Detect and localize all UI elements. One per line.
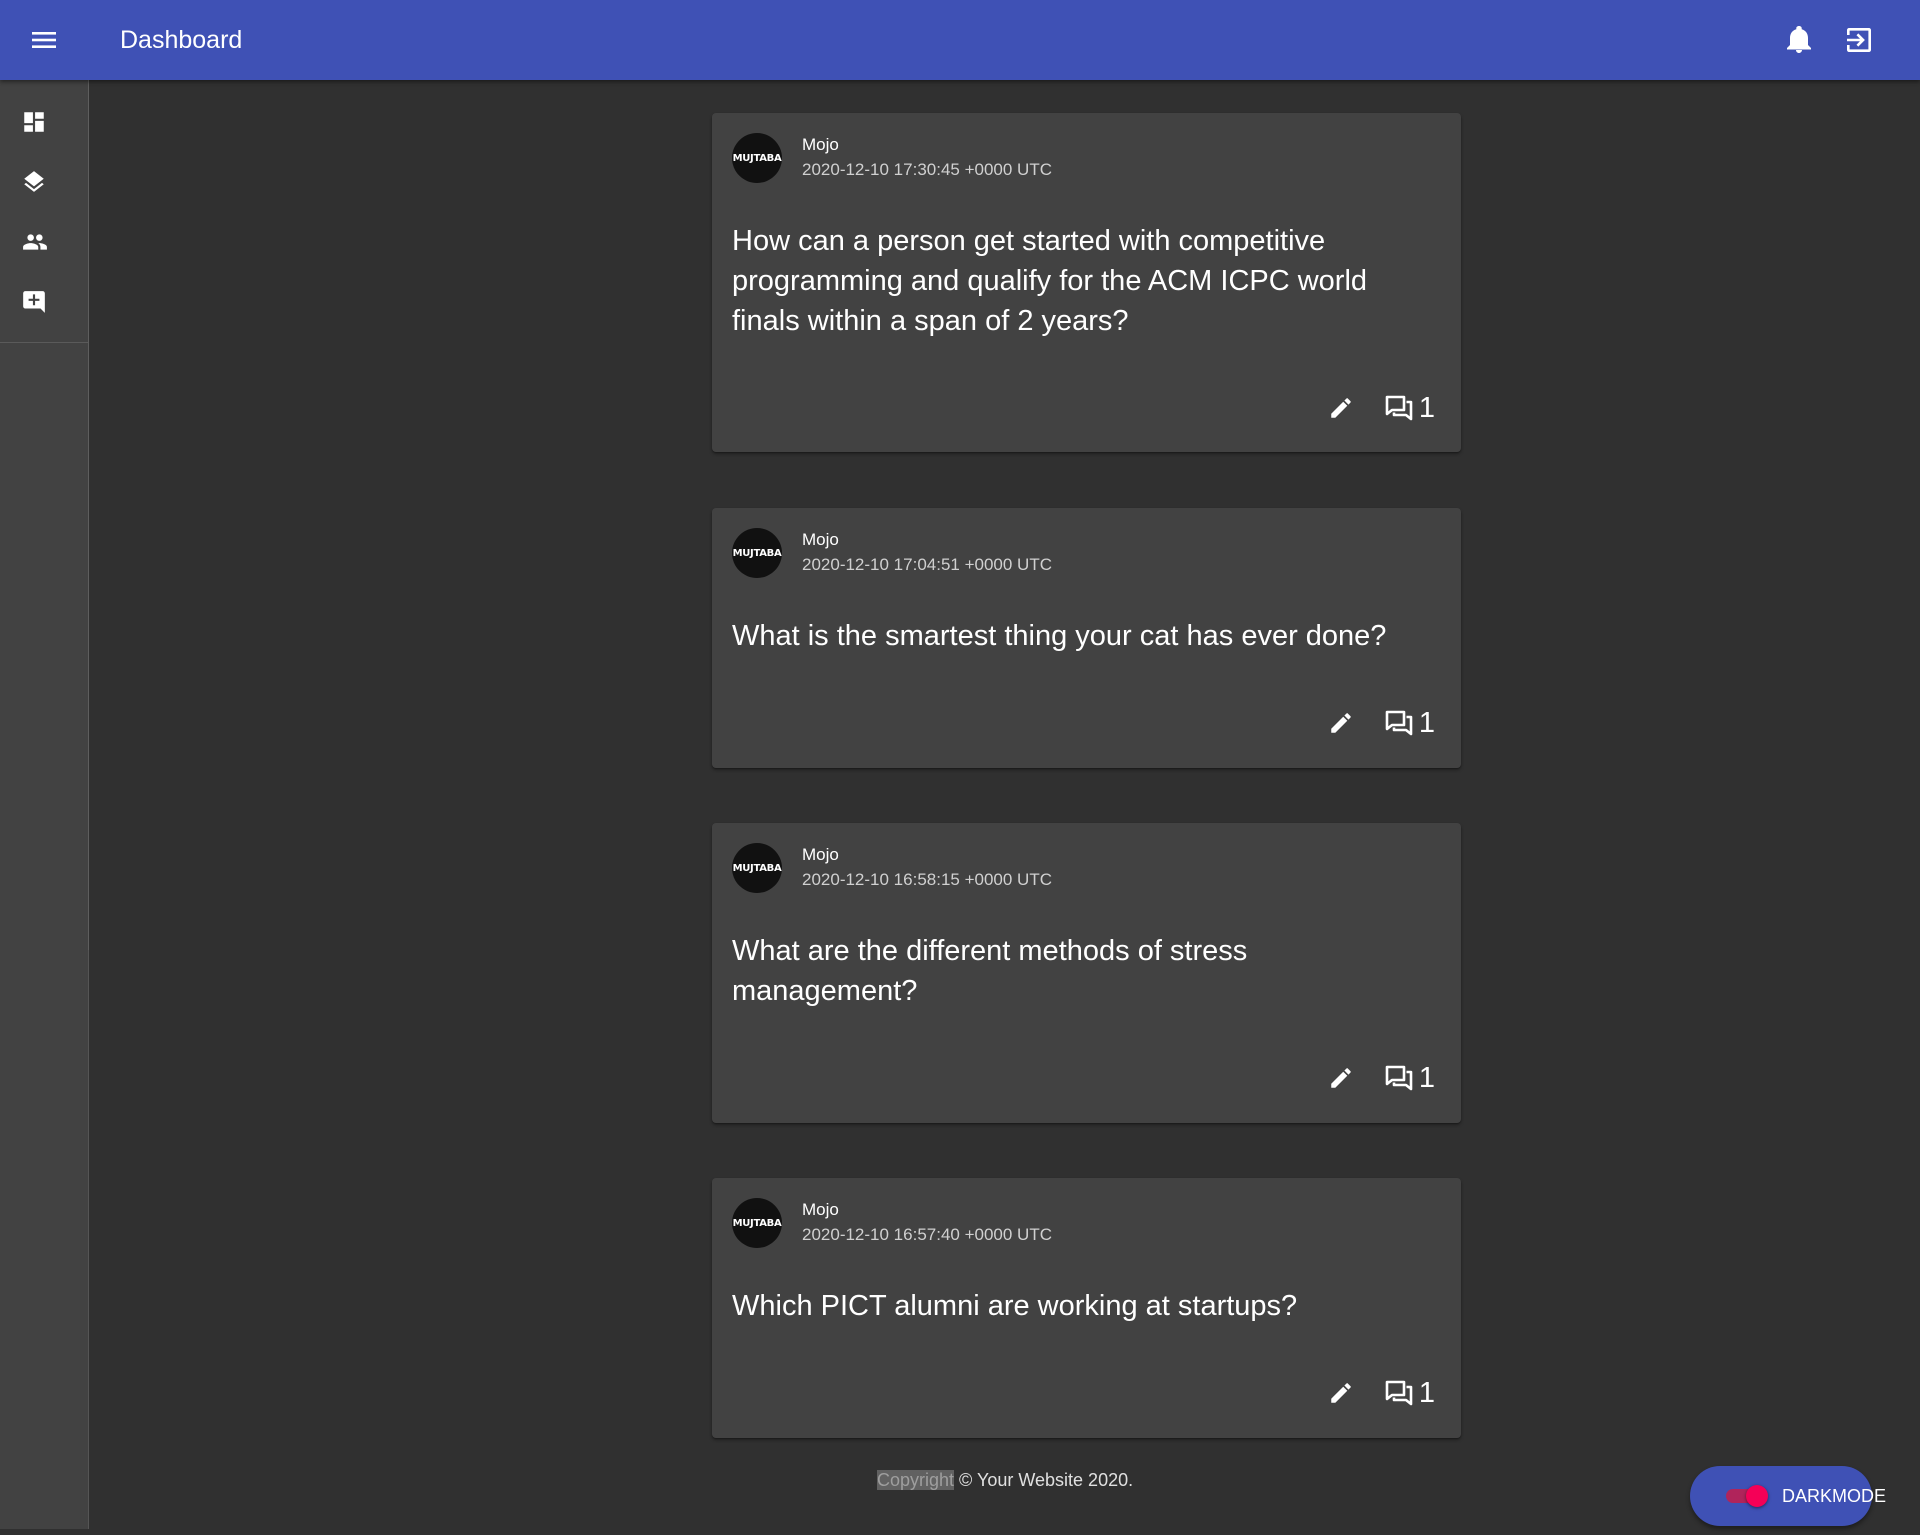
post-date: 2020-12-10 17:30:45 +0000 UTC (802, 160, 1052, 179)
people-icon (23, 234, 47, 250)
forum-icon (1385, 1380, 1413, 1406)
sidebar (0, 80, 89, 1529)
post-author: Mojo (802, 1200, 839, 1219)
post-author: Mojo (802, 845, 839, 864)
post-actions: 1 (1321, 388, 1435, 428)
comments-button[interactable]: 1 (1385, 1058, 1435, 1098)
menu-icon (32, 32, 56, 48)
post-actions: 1 (1321, 1373, 1435, 1413)
logout-icon (1847, 28, 1871, 52)
avatar: MUJTABA (732, 528, 782, 578)
sidebar-divider (0, 342, 89, 343)
comments-button[interactable]: 1 (1385, 1373, 1435, 1413)
pencil-icon (1331, 398, 1351, 418)
post-date: 2020-12-10 17:04:51 +0000 UTC (802, 555, 1052, 574)
comments-button[interactable]: 1 (1385, 703, 1435, 743)
add-comment-icon (23, 291, 45, 313)
post-question[interactable]: Which PICT alumni are working at startup… (732, 1286, 1432, 1326)
forum-icon (1385, 710, 1413, 736)
post-actions: 1 (1321, 703, 1435, 743)
post-card: MUJTABA Mojo 2020-12-10 17:04:51 +0000 U… (712, 508, 1461, 768)
notifications-button[interactable] (1781, 22, 1817, 58)
post-question[interactable]: What are the different methods of stress… (732, 931, 1432, 1011)
edit-button[interactable] (1321, 1058, 1361, 1098)
post-date: 2020-12-10 16:57:40 +0000 UTC (802, 1225, 1052, 1244)
comment-count: 1 (1418, 1061, 1435, 1094)
dashboard-icon (24, 112, 44, 132)
avatar: MUJTABA (732, 133, 782, 183)
sidebar-item-dashboard[interactable] (0, 94, 89, 150)
pencil-icon (1331, 1383, 1351, 1403)
post-card: MUJTABA Mojo 2020-12-10 17:30:45 +0000 U… (712, 113, 1461, 452)
post-author: Mojo (802, 135, 839, 154)
footer-copyright: Copyright © Your Website 2020. (877, 1470, 1133, 1491)
layers-icon (24, 171, 44, 192)
post-date: 2020-12-10 16:58:15 +0000 UTC (802, 870, 1052, 889)
post-question[interactable]: What is the smartest thing your cat has … (732, 616, 1432, 656)
page-title: Dashboard (120, 26, 243, 54)
edit-button[interactable] (1321, 388, 1361, 428)
pencil-icon (1331, 713, 1351, 733)
post-actions: 1 (1321, 1058, 1435, 1098)
darkmode-toggle[interactable]: DARKMODE (1690, 1466, 1886, 1526)
toggle-thumb[interactable] (1746, 1485, 1768, 1507)
post-card: MUJTABA Mojo 2020-12-10 16:57:40 +0000 U… (712, 1178, 1461, 1438)
edit-button[interactable] (1321, 703, 1361, 743)
copyright-word: Copyright (877, 1470, 955, 1490)
bell-icon (1787, 26, 1811, 53)
sidebar-item-layers[interactable] (0, 154, 89, 210)
comment-count: 1 (1418, 391, 1435, 424)
main-content: MUJTABA Mojo 2020-12-10 17:30:45 +0000 U… (89, 80, 1920, 1529)
sidebar-item-people[interactable] (0, 214, 89, 270)
pencil-icon (1331, 1068, 1351, 1088)
comment-count: 1 (1418, 706, 1435, 739)
copyright-rest: © Your Website 2020. (954, 1470, 1134, 1490)
comment-count: 1 (1418, 1376, 1435, 1409)
logout-button[interactable] (1841, 22, 1877, 58)
app-bar: Dashboard (0, 0, 1920, 80)
forum-icon (1385, 1065, 1413, 1091)
post-author: Mojo (802, 530, 839, 549)
post-question[interactable]: How can a person get started with compet… (732, 221, 1432, 341)
post-card: MUJTABA Mojo 2020-12-10 16:58:15 +0000 U… (712, 823, 1461, 1123)
comments-button[interactable]: 1 (1385, 388, 1435, 428)
avatar: MUJTABA (732, 843, 782, 893)
edit-button[interactable] (1321, 1373, 1361, 1413)
sidebar-item-add-question[interactable] (0, 274, 89, 330)
avatar: MUJTABA (732, 1198, 782, 1248)
darkmode-label: DARKMODE (1782, 1486, 1887, 1506)
menu-button[interactable] (26, 22, 62, 58)
forum-icon (1385, 395, 1413, 421)
